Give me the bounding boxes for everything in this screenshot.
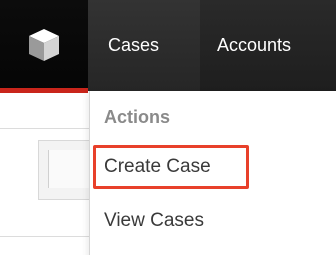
cube-icon [29, 29, 59, 61]
tab-cases-label: Cases [108, 35, 160, 55]
dropdown-section-header: Actions [104, 107, 171, 127]
background-divider [0, 128, 90, 129]
background-panel-inner [48, 150, 91, 188]
highlight-box [93, 145, 249, 189]
tab-accounts[interactable]: Accounts [200, 0, 320, 91]
home-logo-button[interactable] [0, 0, 88, 91]
top-navigation-bar: Cases Accounts [0, 0, 336, 91]
menu-item-view-cases[interactable]: View Cases [104, 210, 204, 232]
app-root: Cases Accounts Actions Create Case View … [0, 0, 336, 255]
active-accent-stripe [0, 88, 88, 93]
tab-cases[interactable]: Cases [88, 0, 200, 91]
background-divider-bottom [0, 236, 90, 237]
tab-accounts-label: Accounts [217, 35, 292, 55]
